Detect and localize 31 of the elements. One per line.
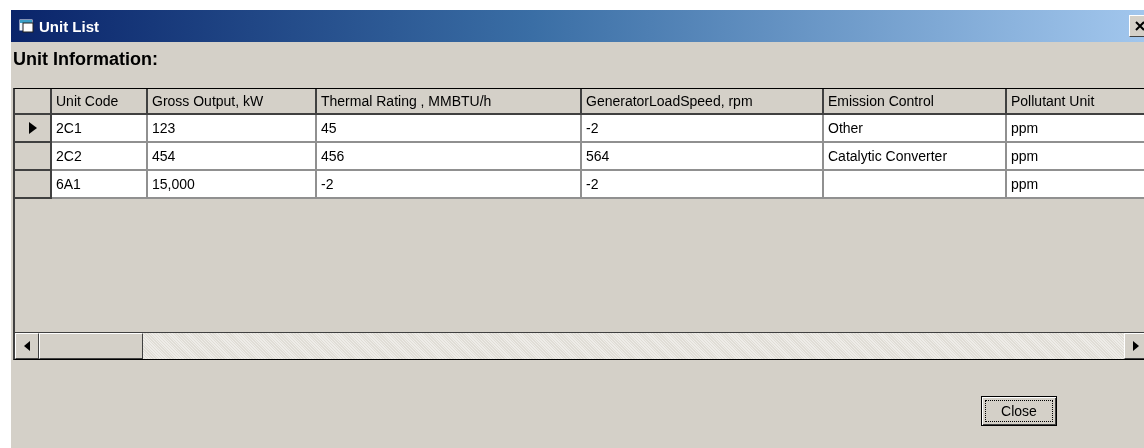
scroll-left-button[interactable] bbox=[15, 333, 39, 359]
table-cell: -2 bbox=[582, 115, 824, 143]
table-cell: ppm bbox=[1007, 115, 1144, 143]
table-cell: 456 bbox=[317, 143, 582, 171]
table-cell: 6A1 bbox=[52, 171, 148, 199]
table-cell: ppm bbox=[1007, 143, 1144, 171]
table-cell: 454 bbox=[148, 143, 317, 171]
row-header[interactable] bbox=[15, 171, 52, 199]
table-cell: -2 bbox=[317, 171, 582, 199]
horizontal-scrollbar[interactable] bbox=[15, 332, 1144, 359]
window-title: Unit List bbox=[39, 17, 99, 35]
table-cell: Other bbox=[824, 115, 1007, 143]
row-header[interactable] bbox=[15, 143, 52, 171]
table-cell: -2 bbox=[582, 171, 824, 199]
table-cell: 2C1 bbox=[52, 115, 148, 143]
current-row-icon bbox=[28, 122, 37, 134]
left-arrow-icon bbox=[24, 341, 30, 351]
table-cell: ppm bbox=[1007, 171, 1144, 199]
right-arrow-icon bbox=[1133, 341, 1139, 351]
scroll-thumb[interactable] bbox=[39, 333, 143, 359]
section-title: Unit Information: bbox=[13, 48, 159, 71]
scroll-right-button[interactable] bbox=[1124, 333, 1144, 359]
table-cell: 45 bbox=[317, 115, 582, 143]
row-header[interactable] bbox=[15, 115, 52, 143]
table-cell: 564 bbox=[582, 143, 824, 171]
table-cell: 123 bbox=[148, 115, 317, 143]
close-button[interactable]: Close bbox=[981, 396, 1057, 426]
window-icon bbox=[19, 19, 35, 33]
table-cell: 2C2 bbox=[52, 143, 148, 171]
table-cell: Catalytic Converter bbox=[824, 143, 1007, 171]
table-cell: 15,000 bbox=[148, 171, 317, 199]
